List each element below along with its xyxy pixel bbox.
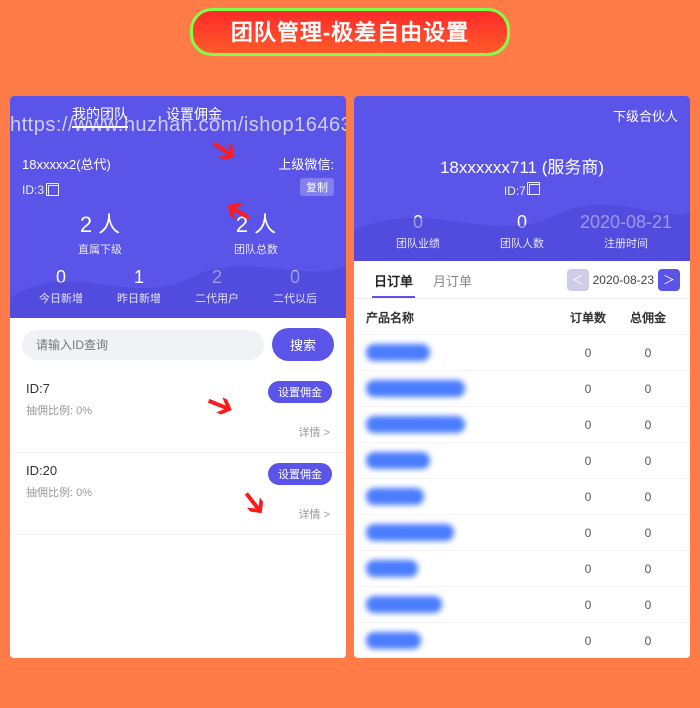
- user-name: 18xxxxx2(总代): [22, 154, 111, 173]
- search-input[interactable]: [22, 330, 264, 360]
- col-orders: 订单数: [558, 309, 618, 326]
- right-hero: 下级合伙人 18xxxxxx711 (服务商) ID:7 0团队业绩 0团队人数…: [354, 96, 690, 261]
- product-name-censored: 陌xxxx (限男性): [366, 416, 465, 433]
- date-display[interactable]: 2020-08-23: [593, 273, 654, 287]
- superior-wechat-label: 上级微信:: [278, 154, 334, 173]
- page-title-banner: 团队管理-极差自由设置: [190, 8, 510, 56]
- date-next-button[interactable]: ＞: [658, 269, 680, 291]
- right-screen: 下级合伙人 18xxxxxx711 (服务商) ID:7 0团队业绩 0团队人数…: [354, 96, 690, 658]
- table-row: 陌xxxx (限男性)00: [354, 406, 690, 442]
- table-row: 淘xxxxx00: [354, 478, 690, 514]
- product-name-censored: 陌xxxx (限女性): [366, 380, 465, 397]
- product-name-censored: 邮xx银行xx卡: [366, 524, 454, 541]
- col-product: 产品名称: [366, 309, 558, 326]
- table-row: 支xx实名00: [354, 334, 690, 370]
- detail-link[interactable]: 详情 >: [26, 424, 330, 440]
- partner-name: 18xxxxxx711 (服务商): [366, 153, 678, 178]
- set-commission-button[interactable]: 设置佣金: [268, 381, 332, 403]
- user-id: ID:3: [22, 183, 44, 197]
- table-row: 3Dxx版00: [354, 622, 690, 658]
- left-hero: 我的团队 设置佣金 https://www.huzhan.com/ishop16…: [10, 96, 346, 318]
- table-row: xx实名00: [354, 550, 690, 586]
- product-name-censored: xx实名: [366, 560, 418, 577]
- member-row: ID:20 抽佣比例: 0% 设置佣金 详情 > ➔: [10, 453, 346, 535]
- table-row: 陌xxxx (限女性)00: [354, 370, 690, 406]
- page-title: 团队管理-极差自由设置: [231, 20, 469, 45]
- copy-button[interactable]: 复制: [300, 178, 334, 196]
- sub-partner-link[interactable]: 下级合伙人: [613, 106, 678, 125]
- tab-month-orders[interactable]: 月订单: [423, 261, 482, 298]
- table-row: 邮xx银行xx卡00: [354, 514, 690, 550]
- team-total-count: 2 人: [178, 207, 334, 239]
- date-prev-button[interactable]: ＜: [567, 269, 589, 291]
- direct-sub-count: 2 人: [22, 207, 178, 239]
- col-commission: 总佣金: [618, 309, 678, 326]
- member-row: ID:7 抽佣比例: 0% 设置佣金 详情 > ➔: [10, 371, 346, 453]
- product-name-censored: 本xx号码版: [366, 596, 442, 613]
- product-name-censored: 支xx核销: [366, 452, 430, 469]
- copy-icon[interactable]: [529, 184, 540, 195]
- table-row: 支xx核销00: [354, 442, 690, 478]
- product-name-censored: 支xx实名: [366, 344, 430, 361]
- partner-id: ID:7: [504, 184, 526, 198]
- product-name-censored: 淘xxxxx: [366, 488, 424, 505]
- detail-link[interactable]: 详情 >: [26, 506, 330, 522]
- set-commission-button[interactable]: 设置佣金: [268, 463, 332, 485]
- table-row: 本xx号码版00: [354, 586, 690, 622]
- product-name-censored: 3Dxx版: [366, 632, 421, 649]
- watermark-url: https://www.huzhan.com/ishop16463: [10, 114, 346, 137]
- left-screen: 我的团队 设置佣金 https://www.huzhan.com/ishop16…: [10, 96, 346, 658]
- tab-day-orders[interactable]: 日订单: [364, 261, 423, 298]
- copy-icon[interactable]: [48, 185, 59, 196]
- search-button[interactable]: 搜索: [272, 328, 334, 361]
